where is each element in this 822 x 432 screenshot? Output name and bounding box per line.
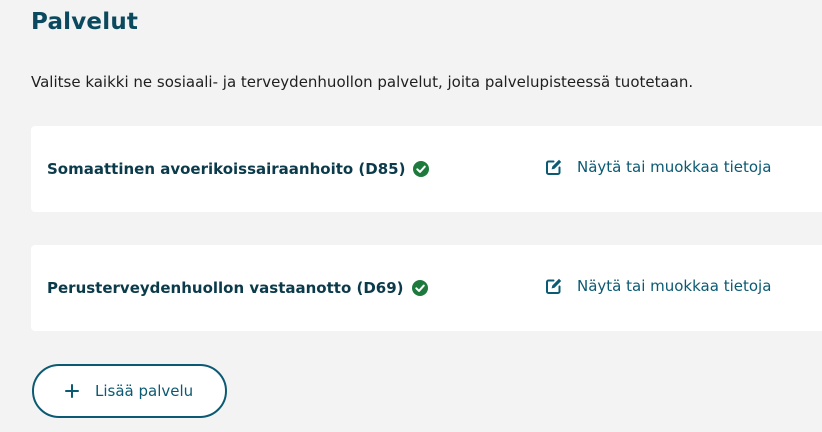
service-name: Perusterveydenhuollon vastaanotto (D69) <box>47 279 404 297</box>
service-name-row: Somaattinen avoerikoissairaanhoito (D85) <box>47 160 430 178</box>
edit-link-label: Näytä tai muokkaa tietoja <box>577 158 772 176</box>
service-name-row: Perusterveydenhuollon vastaanotto (D69) <box>47 279 428 297</box>
add-service-button[interactable]: Lisää palvelu <box>32 364 227 418</box>
edit-icon <box>545 277 563 295</box>
page-title: Palvelut <box>31 9 139 35</box>
service-card: Somaattinen avoerikoissairaanhoito (D85)… <box>31 126 822 212</box>
page-description: Valitse kaikki ne sosiaali- ja terveyden… <box>31 73 694 91</box>
service-name: Somaattinen avoerikoissairaanhoito (D85) <box>47 160 406 178</box>
plus-icon <box>65 384 79 398</box>
edit-service-link[interactable]: Näytä tai muokkaa tietoja <box>545 277 771 295</box>
check-circle-icon <box>413 161 430 177</box>
edit-link-label: Näytä tai muokkaa tietoja <box>577 277 772 295</box>
check-circle-icon <box>411 280 428 296</box>
add-service-label: Lisää palvelu <box>95 382 194 400</box>
edit-icon <box>545 158 563 176</box>
edit-service-link[interactable]: Näytä tai muokkaa tietoja <box>545 158 771 176</box>
service-card: Perusterveydenhuollon vastaanotto (D69) … <box>31 245 822 331</box>
